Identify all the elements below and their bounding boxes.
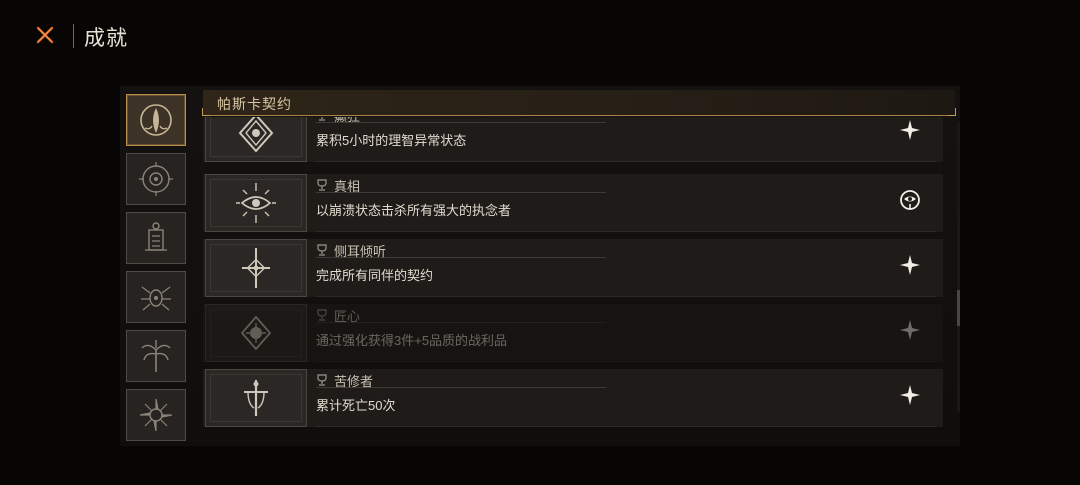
achievement-row[interactable]: 匠心 通过强化获得3件+5品质的战利品 (203, 304, 943, 362)
row-divider (316, 296, 936, 297)
achievement-row[interactable]: 侧耳倾听 完成所有同伴的契约 (203, 239, 943, 297)
category-tab-6[interactable] (126, 389, 186, 441)
row-divider (316, 426, 936, 427)
achievement-badge (898, 383, 922, 407)
eye-sigil-icon (139, 162, 173, 196)
achievement-title: 匠心 (334, 309, 361, 324)
close-button[interactable] (30, 20, 60, 50)
category-tab-2[interactable] (126, 153, 186, 205)
achievement-badge (898, 118, 922, 142)
achievement-row[interactable]: 真相 以崩溃状态击杀所有强大的执念者 (203, 174, 943, 232)
radiant-eye-icon (236, 183, 276, 223)
x-close-icon (36, 26, 54, 44)
scrollbar-thumb[interactable] (957, 290, 960, 326)
trophy-icon (317, 374, 327, 386)
achievement-row[interactable]: 癫狂 累积5小时的理智异常状态 (203, 117, 943, 162)
achievement-row[interactable]: 苦修者 累计死亡50次 (203, 369, 943, 427)
row-divider (316, 161, 936, 162)
category-tab-4[interactable] (126, 271, 186, 323)
thorn-sigil-icon (139, 398, 173, 432)
header-corner-left (202, 108, 210, 116)
achievement-badge (898, 253, 922, 277)
trophy-icon (319, 117, 325, 121)
achievement-title-bar: 侧耳倾听 (316, 241, 606, 259)
achievement-title: 癫狂 (334, 117, 360, 125)
achievement-badge (898, 188, 922, 212)
row-divider (316, 231, 936, 232)
achievement-description: 完成所有同伴的契约 (316, 268, 434, 283)
sun-sigil-icon (240, 315, 272, 351)
cross-star-icon (242, 248, 270, 288)
eye-emblem-icon (900, 190, 920, 210)
trophy-icon (317, 244, 327, 256)
achievement-description: 通过强化获得3件+5品质的战利品 (316, 333, 508, 348)
tower-sigil-icon (145, 222, 167, 251)
category-tab-3[interactable] (126, 212, 186, 264)
achievement-icon-frame (205, 369, 307, 427)
star-icon (900, 320, 920, 340)
achievement-description: 累计死亡50次 (316, 398, 396, 413)
achievement-title-bar: 真相 (316, 176, 606, 194)
spider-sigil-icon (141, 286, 171, 311)
achievement-icon-frame (205, 304, 307, 362)
achievement-icon-frame (205, 239, 307, 297)
tentacle-crest-icon (140, 104, 172, 136)
trophy-icon (317, 179, 327, 191)
achievement-title-bar: 癫狂 (316, 117, 606, 125)
row-divider (316, 361, 936, 362)
section-header: 帕斯卡契约 (202, 90, 956, 116)
category-tab-1[interactable] (126, 94, 186, 146)
section-title: 帕斯卡契约 (217, 96, 292, 112)
achievement-list[interactable]: 癫狂 累积5小时的理智异常状态 真相 以崩溃状态击杀所有强大的执念者 (203, 117, 960, 429)
dagger-cross-icon (244, 380, 268, 416)
top-bar: 成就 (0, 0, 1080, 72)
achievement-title: 苦修者 (334, 374, 374, 389)
palm-sigil-icon (141, 340, 171, 372)
achievement-icon-frame (205, 174, 307, 232)
achievement-title-bar: 苦修者 (316, 371, 606, 389)
rune-diamond-icon (238, 117, 274, 153)
star-icon (900, 120, 920, 140)
header-corner-right (948, 108, 956, 116)
star-icon (900, 255, 920, 275)
achievement-description: 累积5小时的理智异常状态 (316, 133, 467, 148)
category-tab-5[interactable] (126, 330, 186, 382)
trophy-icon (317, 309, 327, 321)
star-icon (900, 385, 920, 405)
achievement-title: 真相 (334, 179, 361, 194)
title-divider (73, 24, 74, 48)
achievement-description: 以崩溃状态击杀所有强大的执念者 (316, 203, 512, 218)
achievement-title-bar: 匠心 (316, 306, 606, 324)
page-title: 成就 (84, 27, 128, 50)
achievement-title: 侧耳倾听 (334, 244, 387, 259)
list-scrollbar[interactable] (957, 122, 960, 412)
achievement-icon-frame (205, 117, 307, 162)
achievement-badge (898, 318, 922, 342)
